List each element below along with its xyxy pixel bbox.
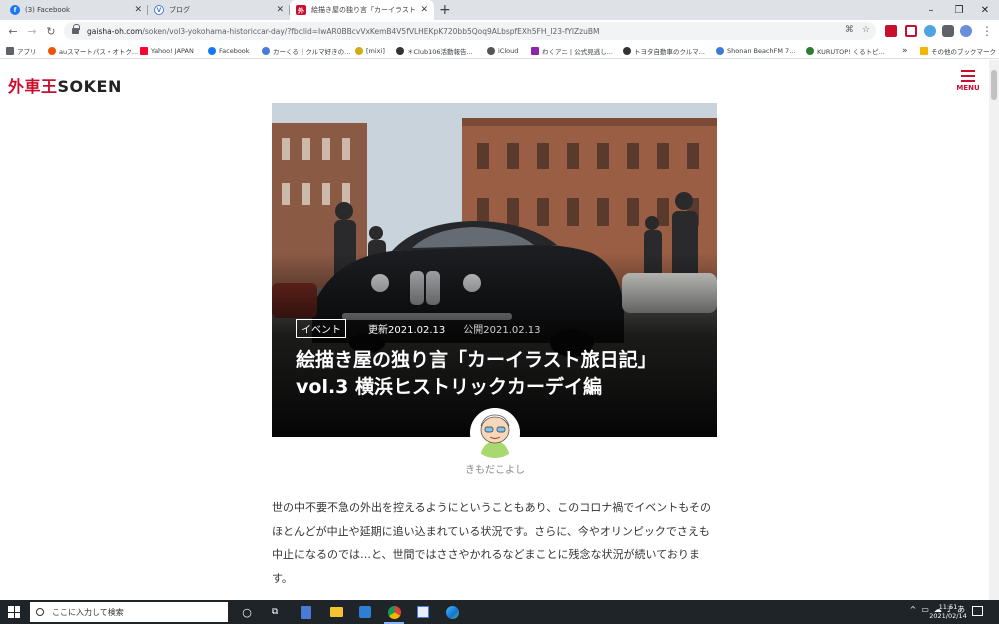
search-icon	[36, 608, 44, 616]
edge-icon[interactable]	[443, 603, 461, 621]
bookmark-item[interactable]: Shonan BeachFM 7...	[716, 45, 795, 56]
other-bookmarks-folder[interactable]: その他のブックマーク	[920, 45, 996, 56]
back-icon[interactable]: ←	[5, 23, 21, 39]
url-text: gaisha-oh.com/soken/vol3-yokohama-histor…	[87, 26, 600, 36]
au-icon	[48, 46, 56, 55]
address-bar[interactable]: gaisha-oh.com/soken/vol3-yokohama-histor…	[64, 22, 876, 40]
taskbar-clock[interactable]: 11:51 2021/02/14	[928, 603, 968, 621]
site-header: 外車王SOKEN MENU	[0, 60, 989, 104]
store-icon[interactable]	[356, 603, 374, 621]
new-tab-button[interactable]: +	[439, 2, 451, 18]
windows-start-icon[interactable]	[8, 606, 20, 618]
scrollbar-thumb[interactable]	[991, 70, 997, 100]
tab-title: 絵描き屋の独り言「カーイラスト旅日記」	[311, 6, 416, 14]
task-view-icon[interactable]: ⧉	[266, 603, 284, 621]
tab-title: (3) Facebook	[25, 6, 71, 14]
bookmark-item[interactable]: わくアニ | 公式見逃し...	[531, 45, 613, 56]
cortana-icon[interactable]: ○	[238, 603, 256, 621]
taskbar-search-input[interactable]: ここに入力して検索	[30, 602, 228, 622]
article-body: 世の中不要不急の外出を控えるようにということもあり、このコロナ禍でイベントもその…	[272, 501, 712, 585]
calculator-icon[interactable]	[297, 603, 315, 621]
forward-icon[interactable]: →	[24, 23, 40, 39]
updated-date: 更新2021.02.13	[368, 325, 446, 336]
file-explorer-icon[interactable]	[327, 603, 345, 621]
bookmark-item[interactable]: ＊Club106活動報告...	[396, 45, 473, 56]
bookmark-item[interactable]: auスマートパス・オトク...	[48, 45, 138, 56]
translate-icon[interactable]: ⌘	[845, 25, 854, 35]
published-date: 公開2021.02.13	[463, 325, 541, 336]
chevron-up-icon[interactable]: ^	[910, 605, 917, 614]
page-scrollbar[interactable]	[989, 60, 999, 600]
app-icon[interactable]	[414, 603, 432, 621]
bookmark-item[interactable]: Facebook	[208, 45, 250, 56]
site-logo[interactable]: 外車王SOKEN	[8, 73, 122, 97]
browser-toolbar: ← → ↻ gaisha-oh.com/soken/vol3-yokohama-…	[0, 20, 999, 42]
article-meta: イベント 更新2021.02.13 公開2021.02.13	[296, 319, 541, 338]
category-tag[interactable]: イベント	[296, 319, 346, 338]
bookmarks-bar: アプリ auスマートパス・オトク... Yahoo! JAPAN Faceboo…	[0, 42, 999, 59]
bookmark-item[interactable]: カーくる｜クルマ好きの...	[262, 45, 350, 56]
puzzle-extensions-icon[interactable]	[942, 25, 954, 37]
notification-icon[interactable]	[972, 606, 983, 616]
shonan-fm-icon	[716, 46, 724, 55]
bookmark-star-icon[interactable]: ☆	[862, 25, 870, 35]
author-name[interactable]: きもだこよし	[445, 461, 545, 476]
author-illustration-icon	[470, 408, 520, 458]
apps-grid-icon	[6, 46, 14, 55]
article-title: 絵描き屋の独り言「カーイラスト旅日記」vol.3 横浜ヒストリックカーデイ編	[296, 349, 657, 398]
mixi-icon	[355, 46, 363, 55]
tab-blog[interactable]: V ブログ ✕	[148, 0, 290, 20]
kurutop-icon	[806, 46, 814, 55]
hamburger-icon	[961, 70, 975, 72]
clock-time: 11:51	[938, 603, 958, 611]
close-tab-icon[interactable]: ✕	[420, 5, 428, 15]
toyota-icon	[623, 46, 631, 55]
close-tab-icon[interactable]: ✕	[134, 5, 142, 15]
close-tab-icon[interactable]: ✕	[276, 5, 284, 15]
facebook-icon: f	[10, 5, 20, 15]
globe-icon	[396, 46, 404, 55]
tab-strip: f (3) Facebook ✕ V ブログ ✕ 外 絵描き屋の独り言「カーイラ…	[0, 0, 999, 20]
web-page: 外車王SOKEN MENU イベント 更新2021.02.13 公開2021.0…	[0, 60, 989, 600]
yahoo-icon	[140, 46, 148, 55]
cloud-extension-icon[interactable]	[924, 25, 936, 37]
blog-icon: V	[154, 5, 164, 15]
author-avatar[interactable]	[470, 408, 520, 458]
carkuru-icon	[262, 46, 270, 55]
bookmark-apps[interactable]: アプリ	[6, 45, 37, 56]
gaisha-oh-icon: 外	[296, 5, 306, 15]
bookmark-item[interactable]: KURUTOP! くるトピ...	[806, 45, 885, 56]
bookmark-item[interactable]: [mixi]	[355, 45, 385, 56]
tab-article[interactable]: 外 絵描き屋の独り言「カーイラスト旅日記」 ✕	[290, 0, 434, 20]
more-menu-icon[interactable]: ⋮	[979, 23, 995, 39]
bookmark-item[interactable]: トヨタ自動車のクルマ...	[623, 45, 705, 56]
lock-icon	[72, 24, 80, 34]
facebook-icon	[208, 46, 216, 55]
bookmark-item[interactable]: iCloud	[487, 45, 518, 56]
wakuani-icon	[531, 46, 539, 55]
tab-facebook[interactable]: f (3) Facebook ✕	[4, 0, 148, 20]
acrobat-extension-icon[interactable]	[885, 25, 897, 37]
folder-icon	[920, 46, 928, 55]
apple-icon	[487, 46, 495, 55]
tab-title: ブログ	[169, 6, 190, 14]
reload-icon[interactable]: ↻	[43, 23, 59, 39]
profile-avatar[interactable]	[960, 25, 972, 37]
menu-button[interactable]: MENU	[956, 70, 980, 96]
taskbar: ここに入力して検索 ○ ⧉ ^ ▭ ☁ ♪ あ 11:51 2021/02/14	[0, 600, 999, 624]
chrome-icon[interactable]	[385, 603, 403, 621]
clock-date: 2021/02/14	[929, 612, 967, 620]
hero-image: イベント 更新2021.02.13 公開2021.02.13 絵描き屋の独り言「…	[272, 103, 717, 437]
close-window-button[interactable]: ✕	[968, 0, 999, 20]
more-bookmarks-button[interactable]: »	[902, 45, 908, 56]
bookmark-item[interactable]: Yahoo! JAPAN	[140, 45, 194, 56]
shield-extension-icon[interactable]	[905, 25, 917, 37]
